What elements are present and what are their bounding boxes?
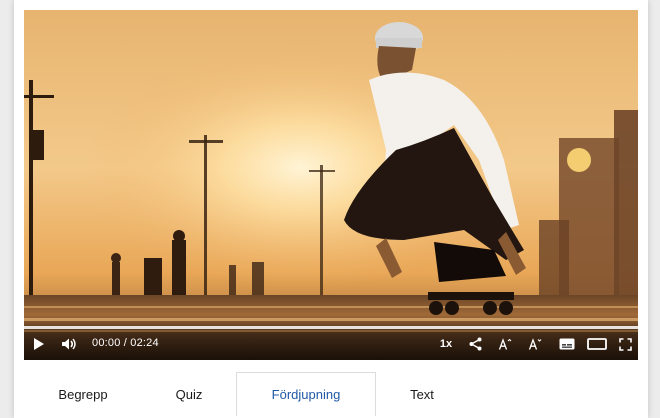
speed-label: 1x [439,338,453,350]
font-decrease-button[interactable] [528,336,542,352]
theater-mode-icon [587,338,607,350]
subtitles-icon [559,338,575,350]
volume-button[interactable] [60,336,78,352]
video-player[interactable]: 00:00 / 02:24 1x [24,10,638,360]
fullscreen-icon [618,337,632,351]
tab-text[interactable]: Text [376,372,468,416]
theater-mode-button[interactable] [587,336,607,352]
time-display: 00:00 / 02:24 [92,337,159,349]
video-card: 00:00 / 02:24 1x Begrepp Quiz Fördjupnin… [14,0,648,418]
tab-label: Text [410,386,434,402]
share-button[interactable] [468,336,482,352]
tab-label: Quiz [175,386,203,402]
tab-fordjupning[interactable]: Fördjupning [236,372,376,416]
tab-label: Begrepp [58,386,108,402]
progress-bar[interactable] [24,326,638,329]
font-increase-button[interactable] [498,336,512,352]
share-icon [469,337,481,351]
font-increase-icon [498,338,512,350]
play-icon [34,338,44,350]
subtitles-button[interactable] [559,336,575,352]
tab-quiz[interactable]: Quiz [142,372,236,416]
player-controls: 00:00 / 02:24 1x [24,322,638,360]
volume-icon [62,338,76,350]
tab-begrepp[interactable]: Begrepp [24,372,142,416]
tab-label: Fördjupning [271,387,341,402]
video-frame[interactable] [24,10,638,360]
play-button[interactable] [32,336,46,352]
content-tabs: Begrepp Quiz Fördjupning Text [24,372,638,418]
fullscreen-button[interactable] [618,336,632,352]
font-decrease-icon [528,338,542,350]
playback-speed-button[interactable]: 1x [438,336,454,352]
